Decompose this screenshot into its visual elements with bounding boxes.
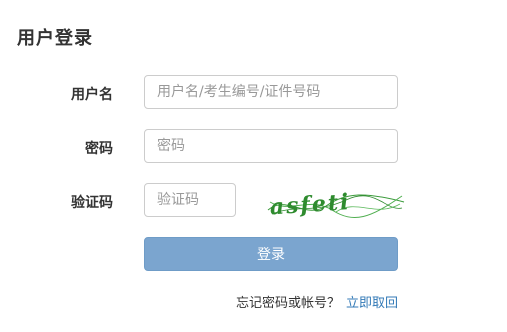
password-input[interactable] — [144, 129, 398, 163]
password-label: 密码 — [85, 141, 113, 157]
username-input[interactable] — [144, 75, 398, 109]
captcha-label: 验证码 — [71, 195, 113, 211]
captcha-input[interactable] — [144, 183, 236, 217]
captcha-image[interactable]: asfeti — [266, 184, 406, 224]
forgot-account-row: 忘记密码或帐号？ 立即取回 — [236, 292, 398, 311]
username-label: 用户名 — [71, 87, 113, 103]
forgot-text: 忘记密码或帐号？ — [235, 296, 340, 311]
login-button[interactable]: 登录 — [144, 237, 398, 271]
recover-link[interactable]: 立即取回 — [346, 296, 398, 311]
page-title: 用户登录 — [17, 28, 93, 49]
captcha-text: asfeti — [269, 189, 351, 221]
